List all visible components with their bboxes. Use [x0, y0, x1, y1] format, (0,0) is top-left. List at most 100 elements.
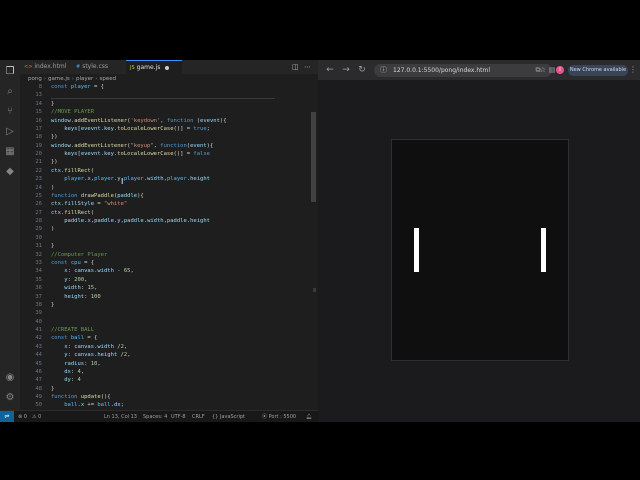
cpu-paddle — [541, 228, 546, 272]
code-editor[interactable]: 8 const player = {13 14} 15 //MOVE PLAYER 16 w… — [20, 84, 312, 410]
code-line[interactable]: const player = { — [51, 84, 104, 90]
line-number: 24 — [35, 184, 42, 191]
extensions-icon[interactable]: ▦ — [4, 146, 16, 158]
run-debug-icon[interactable]: ▷ — [4, 126, 16, 138]
split-editor-icon[interactable]: ◫ — [292, 60, 299, 74]
code-line[interactable]: }) — [51, 134, 58, 140]
status-cursor-position[interactable]: Ln 13, Col 13 — [104, 411, 137, 422]
status-language[interactable]: {} JavaScript — [212, 411, 245, 422]
tab-index-html[interactable]: <> index.html — [20, 60, 70, 74]
code-line[interactable]: window.addEventListener('keydown', funct… — [51, 118, 227, 124]
code-line[interactable]: paddle.x,paddle.y,paddle.width,paddle.he… — [51, 218, 210, 224]
code-line[interactable]: ball.x += ball.dx; — [51, 402, 124, 408]
line-number: 22 — [35, 167, 42, 174]
profile-avatar[interactable]: I — [556, 66, 564, 74]
fold-divider — [51, 98, 275, 100]
code-line[interactable]: } — [51, 243, 54, 249]
status-live-server-port[interactable]: ⦿ Port : 5500 — [262, 411, 296, 422]
source-control-icon[interactable]: ⑂ — [4, 106, 16, 118]
unsaved-dot-icon[interactable] — [165, 65, 170, 70]
breadcrumb-symbol-player[interactable]: player — [76, 76, 93, 82]
line-number: 25 — [35, 192, 42, 199]
status-warnings[interactable]: ⚠ 0 — [32, 411, 41, 422]
line-number: 46 — [35, 368, 42, 375]
code-line[interactable]: keys[evevnt.key.toLocaleLowerCase()] = f… — [51, 151, 210, 157]
code-line[interactable]: window.addEventListener("keyup", functio… — [51, 143, 213, 149]
line-number: 33 — [35, 259, 42, 266]
chrome-toolbar: ← → ↻ ⓘ 127.0.0.1:5500/pong/index.html ☆… — [318, 60, 640, 80]
status-indentation[interactable]: Spaces: 4 — [143, 411, 167, 422]
tab-game-js[interactable]: JS game.js — [126, 60, 182, 74]
line-number: 42 — [35, 335, 42, 342]
code-line[interactable]: ctx.fillRect( — [51, 210, 94, 216]
code-line[interactable]: ctx.fillStyle = "white" — [51, 201, 127, 207]
account-icon[interactable]: ◉ — [4, 372, 16, 384]
code-line[interactable]: x: canvas.width - 65, — [51, 268, 134, 274]
editor-scroll-thumb[interactable] — [311, 112, 316, 202]
code-line[interactable]: y: 200, — [51, 277, 87, 283]
address-bar[interactable]: ⓘ 127.0.0.1:5500/pong/index.html ☆ — [374, 64, 552, 77]
tab-label: index.html — [34, 63, 67, 70]
code-line[interactable]: function drawPaddle(paddle){ — [51, 193, 144, 199]
line-number: 40 — [35, 318, 42, 325]
code-line[interactable]: y: canvas.height /2, — [51, 352, 130, 358]
code-line[interactable]: const ball = { — [51, 335, 97, 341]
line-number: 43 — [35, 343, 42, 350]
new-chrome-available-button[interactable]: New Chrome available — [568, 65, 628, 76]
explorer-icon[interactable]: ❐ — [4, 66, 16, 78]
code-line[interactable]: //Computer Player — [51, 252, 107, 258]
line-number: 31 — [35, 243, 42, 250]
code-line[interactable]: //CREATE BALL — [51, 327, 94, 333]
chrome-menu-icon[interactable]: ⋮ — [629, 64, 637, 76]
code-line[interactable]: ) — [51, 226, 54, 232]
notifications-bell-icon[interactable]: 🔔︎ — [306, 411, 312, 422]
status-eol[interactable]: CRLF — [192, 411, 205, 422]
code-line[interactable]: } — [51, 101, 54, 107]
code-line[interactable]: width: 15, — [51, 285, 97, 291]
code-line[interactable]: }) — [51, 159, 58, 165]
line-number: 27 — [35, 209, 42, 216]
code-line[interactable]: const cpu = { — [51, 260, 94, 266]
tab-style-css[interactable]: # style.css — [72, 60, 122, 74]
pong-canvas[interactable] — [391, 139, 569, 361]
code-line[interactable]: player.x,player.y,player.width,player.he… — [51, 176, 210, 182]
reload-icon[interactable]: ↻ — [356, 64, 368, 76]
code-line[interactable]: keys[evevnt.key.toLocaleLowerCase()] = t… — [51, 126, 210, 132]
line-number: 39 — [35, 310, 42, 317]
line-number: 48 — [35, 385, 42, 392]
more-actions-icon[interactable]: ⋯ — [304, 60, 311, 74]
code-line[interactable]: ctx.fillRect( — [51, 168, 94, 174]
python-icon[interactable]: ◆ — [4, 166, 16, 178]
remote-indicator-icon[interactable]: ⇌ — [0, 411, 14, 422]
settings-gear-icon[interactable]: ⚙ — [4, 392, 16, 404]
breadcrumb-file[interactable]: game.js — [48, 76, 70, 82]
url-text[interactable]: 127.0.0.1:5500/pong/index.html — [393, 64, 490, 77]
code-line[interactable]: x: canvas.width /2, — [51, 344, 127, 350]
forward-arrow-icon[interactable]: → — [340, 64, 352, 76]
breadcrumb-folder[interactable]: pong — [28, 76, 42, 82]
line-number: 14 — [35, 100, 42, 107]
search-icon[interactable]: ⌕ — [4, 86, 16, 98]
line-number: 26 — [35, 201, 42, 208]
code-line[interactable]: height: 100 — [51, 294, 100, 300]
code-line[interactable]: function update(){ — [51, 394, 111, 400]
breadcrumb-symbol-speed[interactable]: speed — [100, 76, 117, 82]
minimap-marker — [313, 288, 316, 292]
player-paddle — [414, 228, 419, 272]
line-number: 13 — [35, 92, 42, 99]
code-line[interactable]: dy: 4 — [51, 377, 81, 383]
code-line[interactable]: ) — [51, 185, 54, 191]
code-line[interactable]: dx: 4, — [51, 369, 84, 375]
status-errors[interactable]: ⊗ 0 — [18, 411, 27, 422]
chrome-window: ← → ↻ ⓘ 127.0.0.1:5500/pong/index.html ☆… — [318, 60, 640, 422]
code-line[interactable]: radius: 10, — [51, 361, 100, 367]
status-bar: ⇌ ⊗ 0 ⚠ 0 Ln 13, Col 13 Spaces: 4 UTF-8 … — [0, 410, 318, 422]
back-arrow-icon[interactable]: ← — [324, 64, 336, 76]
status-encoding[interactable]: UTF-8 — [171, 411, 186, 422]
line-number: 17 — [35, 125, 42, 132]
extensions-puzzle-icon[interactable]: ⧉ — [532, 64, 544, 76]
code-line[interactable]: } — [51, 302, 54, 308]
site-info-icon[interactable]: ⓘ — [380, 64, 387, 77]
code-line[interactable]: } — [51, 386, 54, 392]
code-line[interactable]: //MOVE PLAYER — [51, 109, 94, 115]
